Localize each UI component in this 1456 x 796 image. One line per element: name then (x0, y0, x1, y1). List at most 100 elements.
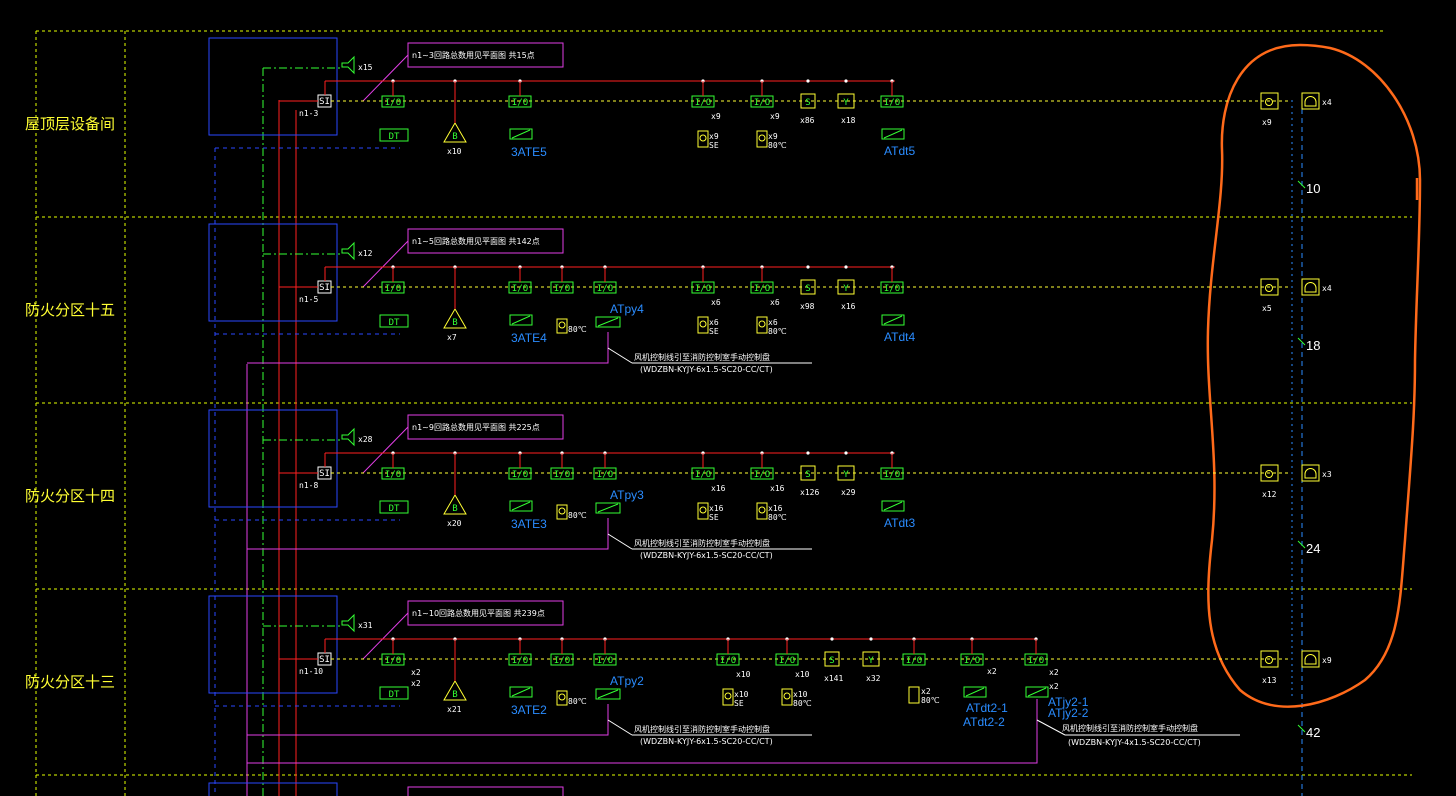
s-letter: S (805, 470, 810, 480)
heat-detector-icon (756, 502, 768, 520)
right-count: 24 (1306, 541, 1320, 556)
trunk-wiring (214, 68, 297, 796)
io-module-label: I/O (884, 284, 900, 294)
note-text-2: 风机控制线引至消防控制室手动控制盘 (1062, 723, 1198, 733)
module-slash (511, 687, 531, 697)
bell-letter: B (452, 132, 457, 142)
loop-note: n1~9回路总数用见平面图 共225点 (412, 422, 540, 432)
zone-2: 防火分区十五 x12 SIn1-5 n1~5回路总数用见平面图 共142点 I/O DT B… (25, 223, 1332, 374)
smoke-sub: SE (734, 699, 744, 708)
heat-qty: x6 (768, 318, 778, 327)
call-point-symbol (1265, 470, 1273, 478)
heat-symbol (558, 507, 566, 515)
right-count: 42 (1306, 725, 1320, 740)
dt-module-slash (883, 501, 903, 511)
dt-module-label: ATdt5 (884, 144, 915, 158)
bell-qty: x20 (447, 519, 462, 528)
controller-box (208, 409, 338, 508)
call-point-symbol (1265, 284, 1273, 292)
s-letter: S (805, 98, 810, 108)
bell-qty: x10 (447, 147, 462, 156)
py-label: ATpy3 (610, 488, 644, 502)
heat-top-qty: x10 (795, 670, 810, 679)
y-qty: x18 (841, 116, 856, 125)
note-leader (1036, 719, 1066, 736)
smoke-symbol (724, 692, 732, 700)
right-count: 18 (1306, 338, 1320, 353)
jy-label-2: ATjy2-2 (1048, 706, 1089, 720)
io-module-label: I/O (884, 98, 900, 108)
junction-dot (830, 637, 834, 641)
telephone-icon (1301, 278, 1320, 296)
io-module-label: I/O (512, 656, 528, 666)
module-slash (511, 129, 531, 139)
bell-qty: x7 (447, 333, 457, 342)
py-label: ATpy2 (610, 674, 644, 688)
smoke-qty: x6 (709, 318, 719, 327)
si-label: SI (319, 283, 330, 293)
io-module-label: I/O (554, 656, 570, 666)
io-module-label: I/O (385, 470, 401, 480)
module-slash (511, 501, 531, 511)
s-qty: x141 (824, 674, 843, 683)
io-module-label: I/O (385, 98, 401, 108)
speaker-icon (341, 613, 355, 633)
note-spec: (WDZBN-KYJY-6x1.5-SC20-CC/CT) (640, 551, 773, 560)
io-module-label: I/O (385, 284, 401, 294)
io-module-label: I/O (597, 470, 613, 480)
heat-symbol (558, 321, 566, 329)
y-qty: x32 (866, 674, 881, 683)
smoke-detector-icon (697, 502, 709, 520)
loop-note-leader (362, 240, 409, 288)
telephone-symbol (1304, 654, 1317, 665)
py-slash (597, 689, 619, 699)
fan-control-wire (247, 518, 609, 550)
x2: x2 (411, 668, 421, 677)
smoke-qty: x16 (709, 504, 724, 513)
module-label: 3ATE4 (511, 331, 547, 345)
speaker-icon (341, 241, 355, 261)
junction-dot (806, 79, 810, 83)
io-module-label: I/O (884, 470, 900, 480)
dt-label: DT (389, 318, 400, 328)
smoke-symbol (699, 506, 707, 514)
speaker-icon (341, 55, 355, 75)
io-module-label: I/O (1028, 656, 1044, 666)
io-module-label: I/O (720, 656, 736, 666)
loop-label: n1-10 (299, 667, 323, 676)
x2: x2 (987, 667, 997, 676)
dt-label: DT (389, 504, 400, 514)
heat-symbol (558, 693, 566, 701)
heat-temp: 80℃ (568, 325, 587, 334)
right-column (1291, 100, 1303, 796)
junction-dot (844, 79, 848, 83)
heat-temp: 80℃ (568, 511, 587, 520)
io-module-label: I/O (597, 656, 613, 666)
zone-label: 防火分区十三 (25, 673, 115, 691)
y-letter: Y (843, 98, 849, 108)
dt-label-1: ATdt2-1 (966, 701, 1008, 715)
s-letter: S (805, 284, 810, 294)
speaker-qty: x28 (358, 435, 373, 444)
heat-qty: x16 (768, 504, 783, 513)
y-qty: x29 (841, 488, 856, 497)
right-count: 10 (1306, 181, 1320, 196)
py-label: ATpy4 (610, 302, 644, 316)
module-label: 3ATE3 (511, 517, 547, 531)
dt-module-slash (883, 315, 903, 325)
heat-top-qty: x6 (770, 298, 780, 307)
zone-4: 防火分区十三 x31 SI n1-10 n1~10回路总数用见平面图 共239点 I/O D… (25, 595, 1332, 764)
zone-1: 屋顶层设备间 x15 SIn1-3 n1~3回路总数用见平面图 共15点 I/O DT Bx… (25, 37, 1332, 196)
io-module-label: I/O (512, 98, 528, 108)
io-module-label: I/O (906, 656, 922, 666)
y-letter: Y (843, 470, 849, 480)
io-module-label: I/O (512, 470, 528, 480)
s-letter: S (829, 656, 834, 666)
right-qty-a: x5 (1262, 304, 1272, 313)
s-qty: x86 (800, 116, 815, 125)
right-qty-a: x13 (1262, 676, 1277, 685)
loop-note: n1~10回路总数用见平面图 共239点 (412, 608, 545, 618)
heat-detector-icon (908, 686, 920, 704)
loop-label: n1-3 (299, 109, 318, 118)
fan-control-wire (247, 332, 609, 364)
